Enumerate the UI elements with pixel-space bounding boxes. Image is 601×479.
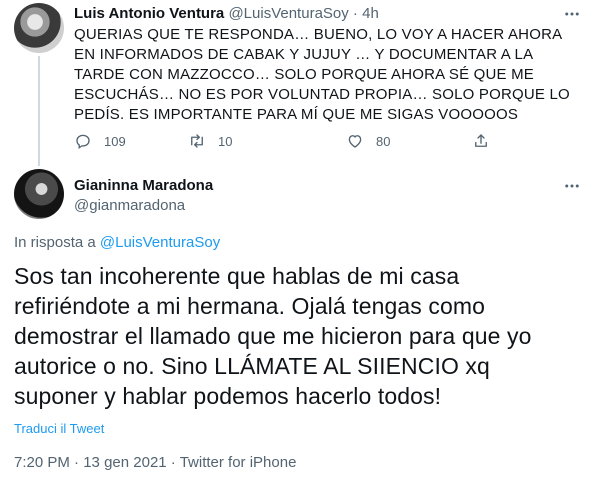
reply-to-link[interactable]: @LuisVenturaSoy bbox=[100, 234, 220, 251]
parent-tweet-header: Luis Antonio Ventura @LuisVenturaSoy · 4… bbox=[74, 5, 379, 23]
more-icon[interactable] bbox=[563, 177, 581, 195]
reply-icon bbox=[76, 134, 90, 150]
avatar[interactable] bbox=[14, 3, 64, 53]
author-name[interactable]: Luis Antonio Ventura bbox=[74, 5, 224, 22]
tweet-time[interactable]: 7:20 PM bbox=[14, 454, 70, 471]
like-button[interactable]: 80 bbox=[346, 131, 390, 151]
reply-context: In risposta a @LuisVenturaSoy bbox=[14, 233, 220, 253]
tweet-source[interactable]: Twitter for iPhone bbox=[180, 454, 297, 471]
more-icon[interactable] bbox=[563, 5, 581, 23]
tweet-actions: 109 10 80 bbox=[74, 131, 494, 151]
reply-button[interactable]: 109 bbox=[74, 131, 126, 151]
tweet-timestamp: 7:20 PM · 13 gen 2021 · Twitter for iPho… bbox=[14, 454, 296, 472]
retweet-icon bbox=[191, 134, 203, 148]
parent-tweet[interactable]: Luis Antonio Ventura @LuisVenturaSoy · 4… bbox=[0, 0, 601, 166]
tweet-text: Sos tan incoherente que hablas de mi cas… bbox=[14, 263, 532, 409]
share-button[interactable] bbox=[472, 131, 502, 151]
author-name[interactable]: Gianinna Maradona bbox=[74, 177, 213, 195]
author-handle[interactable]: @gianmaradona bbox=[74, 197, 185, 215]
retweet-button[interactable]: 10 bbox=[188, 131, 232, 151]
translate-link[interactable]: Traduci il Tweet bbox=[14, 420, 104, 438]
tweet-date[interactable]: 13 gen 2021 bbox=[83, 454, 166, 471]
author-handle[interactable]: @LuisVenturaSoy bbox=[228, 5, 348, 22]
reply-prefix: In risposta a bbox=[14, 234, 100, 251]
tweet-text: QUERIAS QUE TE RESPONDA… BUENO, LO VOY A… bbox=[74, 26, 570, 123]
thread-line bbox=[38, 56, 40, 166]
separator: · bbox=[166, 454, 180, 471]
separator: · bbox=[348, 5, 363, 22]
separator: · bbox=[69, 454, 84, 471]
retweet-count: 10 bbox=[218, 133, 233, 149]
reply-count: 109 bbox=[104, 133, 126, 149]
share-icon bbox=[475, 134, 487, 147]
tweet-time[interactable]: 4h bbox=[362, 5, 379, 22]
avatar[interactable] bbox=[14, 169, 64, 219]
main-tweet: Gianinna Maradona @gianmaradona In rispo… bbox=[0, 166, 601, 479]
like-icon bbox=[348, 135, 362, 148]
like-count: 80 bbox=[376, 133, 391, 149]
